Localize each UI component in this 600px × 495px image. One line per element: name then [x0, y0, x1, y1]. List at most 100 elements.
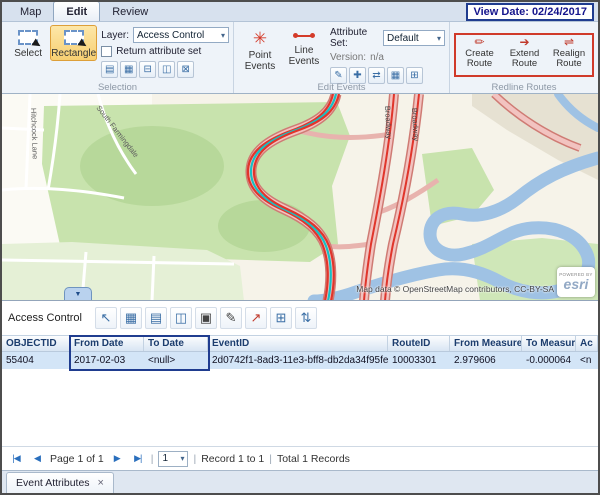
clear-selection-icon[interactable]: ⊠: [177, 61, 194, 78]
close-icon[interactable]: ×: [98, 477, 104, 489]
attribute-set-dropdown[interactable]: Default ▾: [383, 30, 445, 46]
cell-from-date: 2017-02-03: [70, 354, 144, 367]
map-canvas[interactable]: Hitchcock Lane South Farmingdale Broadwa…: [2, 94, 598, 301]
tab-edit[interactable]: Edit: [53, 1, 100, 21]
chevron-down-icon: ▼: [75, 291, 82, 298]
selection-group-label: Selection: [2, 82, 233, 93]
separator: |: [151, 453, 154, 465]
point-events-icon: ✳: [253, 30, 267, 47]
total-records-label: Total 1 Records: [277, 453, 350, 465]
attribute-set-label: Attribute Set:: [330, 27, 379, 49]
cell-access: <n: [576, 354, 598, 367]
save-icon[interactable]: ▣: [195, 307, 217, 329]
attribute-panel-toolbar: Access Control ↖ ▦ ▤ ◫ ▣ ✎ ↗ ⊞ ⇅: [2, 301, 598, 335]
view-date-box[interactable]: View Date: 02/24/2017: [466, 3, 594, 21]
sort-icon[interactable]: ⇅: [295, 307, 317, 329]
page-count-label: Page 1 of 1: [50, 453, 104, 465]
tab-event-attributes[interactable]: Event Attributes ×: [6, 472, 114, 493]
edit-record-icon[interactable]: ✎: [220, 307, 242, 329]
ribbon-tabstrip: Map Edit Review View Date: 02/24/2017: [2, 2, 598, 22]
ribbon-group-selection: Select Rectangle Layer: Access Control ▾…: [2, 22, 234, 93]
attribute-table: OBJECTID From Date To Date EventID Route…: [2, 335, 598, 369]
create-route-button[interactable]: ✏ Create Route: [457, 36, 502, 74]
layer-label: Layer:: [101, 30, 129, 41]
previous-page-button[interactable]: ◀: [29, 450, 45, 468]
page-select-value: 1: [162, 453, 168, 464]
table-empty-area: [2, 369, 598, 446]
ribbon-group-redline: ✏ Create Route ➔ Extend Route ⇌ Realign …: [450, 22, 598, 93]
column-header-routeid[interactable]: RouteID: [388, 336, 450, 351]
switch-selection-icon[interactable]: ◫: [170, 307, 192, 329]
panel-collapse-button[interactable]: ▼: [64, 287, 92, 300]
tab-map[interactable]: Map: [8, 3, 53, 21]
redline-group-label: Redline Routes: [450, 82, 598, 93]
redline-highlight-box: ✏ Create Route ➔ Extend Route ⇌ Realign …: [454, 33, 594, 77]
extend-route-label: Extend Route: [502, 49, 547, 69]
pagination-bar: |◀ ◀ Page 1 of 1 ▶ ▶| | 1 ▾ | Record 1 t…: [2, 446, 598, 470]
event-editor-window: Map Edit Review View Date: 02/24/2017 Se…: [0, 0, 600, 495]
table-row[interactable]: 55404 2017-02-03 <null> 2d0742f1-8ad3-11…: [2, 352, 598, 369]
point-events-button[interactable]: ✳ Point Events: [238, 25, 282, 74]
layer-dropdown[interactable]: Access Control ▾: [133, 27, 229, 43]
return-attribute-set-checkbox[interactable]: [101, 46, 112, 57]
extend-route-button[interactable]: ➔ Extend Route: [502, 36, 547, 74]
realign-route-label: Realign Route: [547, 49, 591, 69]
bottom-tabstrip: Event Attributes ×: [2, 470, 598, 493]
select-features-icon[interactable]: ↖: [95, 307, 117, 329]
rectangle-tool-button[interactable]: Rectangle: [50, 25, 97, 61]
export-icon[interactable]: ↗: [245, 307, 267, 329]
ribbon: Select Rectangle Layer: Access Control ▾…: [2, 22, 598, 94]
next-page-button[interactable]: ▶: [109, 450, 125, 468]
first-page-button[interactable]: |◀: [8, 450, 24, 468]
cell-to-date: <null>: [144, 354, 208, 367]
layer-list-icon[interactable]: ▤: [101, 61, 118, 78]
page-select-dropdown[interactable]: 1 ▾: [158, 451, 188, 467]
rectangle-tool-label: Rectangle: [51, 48, 96, 59]
cell-routeid: 10003301: [388, 354, 450, 367]
point-events-label: Point Events: [240, 50, 280, 72]
street-label-broadway-a: Broadway: [383, 106, 394, 140]
copy-selection-icon[interactable]: ⊟: [139, 61, 156, 78]
chevron-down-icon: ▾: [437, 34, 441, 43]
last-page-button[interactable]: ▶|: [130, 450, 146, 468]
select-tool-button[interactable]: Select: [6, 25, 50, 61]
tab-review[interactable]: Review: [100, 3, 160, 21]
column-header-eventid[interactable]: EventID: [208, 336, 388, 351]
cell-from-measure: 2.979606: [450, 354, 522, 367]
switch-selection-icon[interactable]: ◫: [158, 61, 175, 78]
column-header-from-measure[interactable]: From Measure: [450, 336, 522, 351]
column-header-to-date[interactable]: To Date: [144, 336, 208, 351]
esri-wordmark: esri: [564, 277, 589, 291]
esri-logo: POWERED BY esri: [557, 267, 595, 297]
layer-dropdown-value: Access Control: [137, 30, 204, 41]
return-attribute-set-label: Return attribute set: [116, 46, 201, 57]
separator: |: [269, 453, 272, 465]
add-field-icon[interactable]: ⊞: [270, 307, 292, 329]
panel-title: Access Control: [8, 312, 82, 324]
chevron-down-icon: ▾: [221, 31, 225, 40]
attribute-table-icon[interactable]: ▤: [145, 307, 167, 329]
cell-eventid: 2d0742f1-8ad3-11e3-bff8-db2da34f95fe: [208, 354, 388, 367]
cell-to-measure: -0.000064: [522, 354, 576, 367]
chevron-down-icon: ▾: [180, 454, 184, 463]
map-attribution: Map data © OpenStreetMap contributors, C…: [356, 284, 554, 294]
street-label-broadway-b: Broadway: [410, 108, 421, 142]
version-value: n/a: [370, 52, 384, 63]
table-icon[interactable]: ▦: [120, 61, 137, 78]
column-header-objectid[interactable]: OBJECTID: [2, 336, 70, 351]
create-route-label: Create Route: [457, 49, 502, 69]
cell-objectid: 55404: [2, 354, 70, 367]
line-events-label: Line Events: [284, 45, 324, 67]
column-header-from-date[interactable]: From Date: [70, 336, 144, 351]
record-range-label: Record 1 to 1: [201, 453, 264, 465]
attribute-set-value: Default: [387, 33, 419, 44]
column-header-access[interactable]: Ac: [576, 336, 598, 351]
realign-route-button[interactable]: ⇌ Realign Route: [547, 36, 591, 74]
edit-events-group-label: Edit Events: [234, 82, 449, 93]
column-header-to-measure[interactable]: To Measure: [522, 336, 576, 351]
line-events-button[interactable]: Line Events: [282, 25, 326, 69]
line-events-icon: [293, 30, 315, 42]
show-selected-icon[interactable]: ▦: [120, 307, 142, 329]
ribbon-group-edit-events: ✳ Point Events Line Events Attribute Set…: [234, 22, 450, 93]
table-header-row: OBJECTID From Date To Date EventID Route…: [2, 335, 598, 352]
